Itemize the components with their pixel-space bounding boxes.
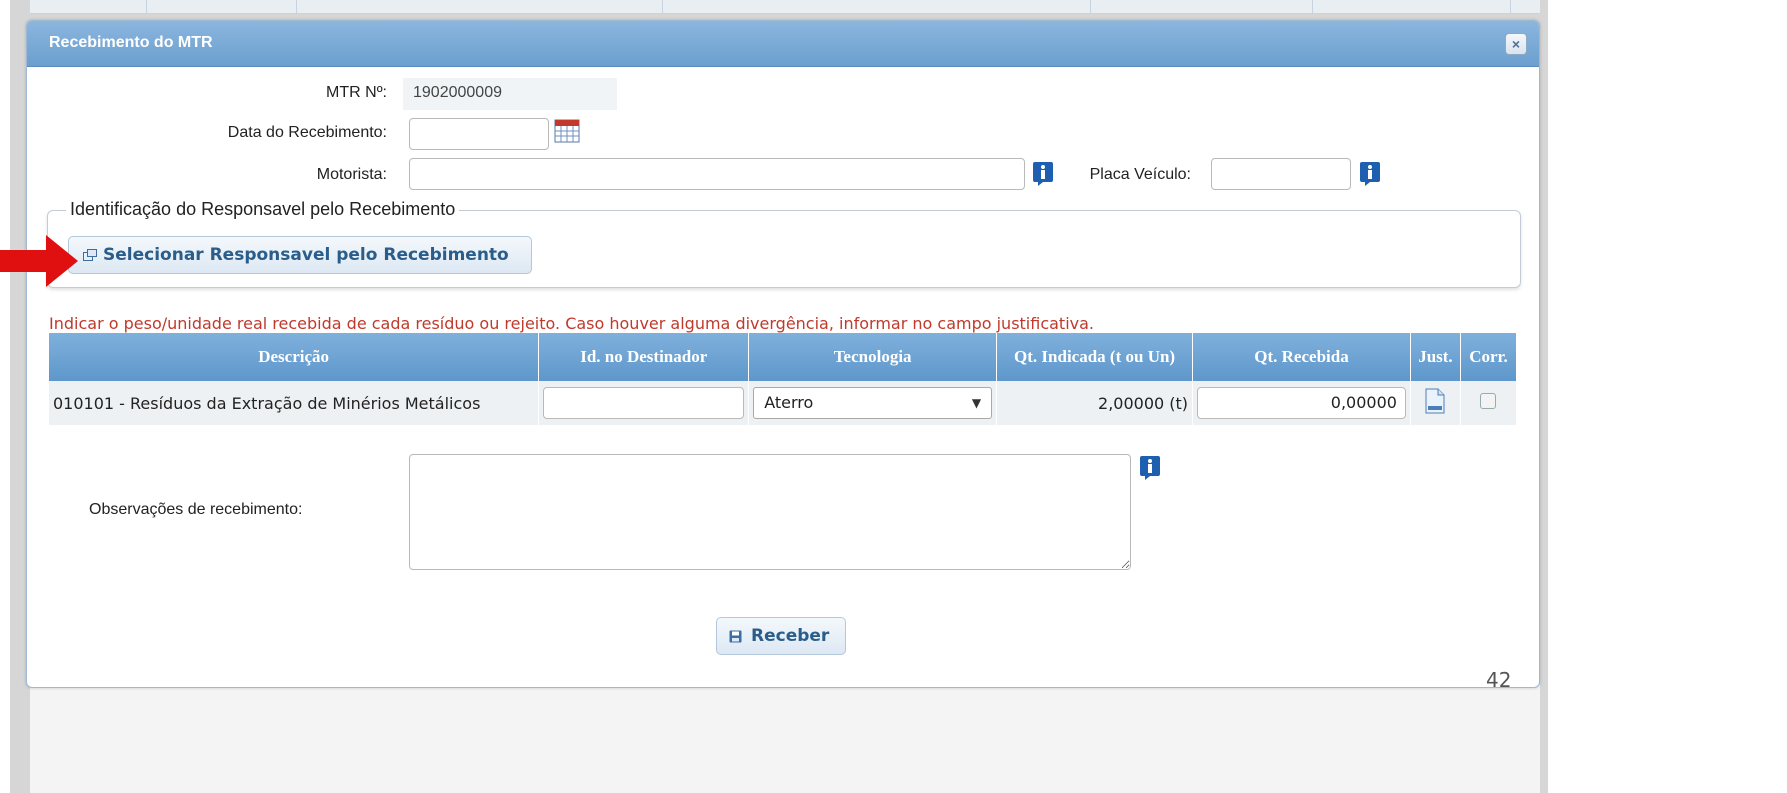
mtr-number-label: MTR Nº: — [326, 84, 387, 101]
receive-button-label: Receber — [751, 626, 830, 646]
chevron-down-icon: ▼ — [971, 396, 982, 410]
page-right-margin — [1548, 0, 1787, 793]
responsible-legend: Identificação do Responsavel pelo Recebi… — [66, 199, 460, 220]
plate-info-icon[interactable] — [1359, 161, 1381, 187]
select-responsible-button[interactable]: Selecionar Responsavel pelo Recebimento — [68, 236, 532, 274]
cell-corr — [1460, 381, 1518, 425]
receipt-date-label: Data do Recebimento: — [227, 124, 387, 141]
col-header-qt-recebida[interactable]: Qt. Recebida — [1192, 333, 1411, 381]
observations-textarea[interactable] — [409, 454, 1131, 570]
page-left-edge — [0, 0, 10, 793]
dialog-titlebar[interactable]: Recebimento do MTR × — [27, 21, 1539, 67]
page-number: 42 — [1486, 668, 1512, 692]
cell-tecnologia: Aterro ▼ — [748, 381, 998, 425]
popup-window-icon — [83, 249, 97, 261]
col-header-just[interactable]: Just. — [1410, 333, 1461, 381]
select-responsible-label: Selecionar Responsavel pelo Recebimento — [103, 245, 509, 265]
col-header-tecnologia[interactable]: Tecnologia — [748, 333, 998, 381]
annotation-arrow-icon — [0, 235, 78, 287]
background-grid-header — [30, 0, 1540, 14]
observations-label: Observações de recebimento: — [89, 501, 303, 518]
table-header-row: Descrição Id. no Destinador Tecnologia Q… — [49, 333, 1518, 381]
responsible-fieldset: Identificação do Responsavel pelo Recebi… — [47, 199, 1521, 288]
receive-mtr-dialog: Recebimento do MTR × MTR Nº: 1902000009 … — [26, 20, 1540, 688]
cell-just — [1410, 381, 1461, 425]
waste-table: Descrição Id. no Destinador Tecnologia Q… — [49, 333, 1518, 425]
col-header-qt-indicada[interactable]: Qt. Indicada (t ou Un) — [996, 333, 1194, 381]
driver-info-icon[interactable] — [1032, 161, 1054, 187]
receipt-date-input[interactable] — [409, 118, 549, 150]
plate-input[interactable] — [1211, 158, 1351, 190]
receive-button[interactable]: Receber — [716, 617, 846, 655]
calendar-icon[interactable] — [554, 119, 580, 143]
driver-input[interactable] — [409, 158, 1025, 190]
driver-label: Motorista: — [316, 166, 387, 183]
id-destinador-input[interactable] — [543, 387, 745, 419]
correction-checkbox[interactable] — [1480, 393, 1497, 409]
weight-instruction-text: Indicar o peso/unidade real recebida de … — [49, 314, 1095, 333]
justification-document-icon[interactable] — [1424, 388, 1446, 414]
cell-id-destinador — [538, 381, 750, 425]
background-page-bottom — [30, 684, 1540, 793]
save-icon — [729, 630, 742, 643]
observations-info-icon[interactable] — [1139, 455, 1161, 481]
col-header-id-destinador[interactable]: Id. no Destinador — [538, 333, 750, 381]
tecnologia-selected-value: Aterro — [764, 393, 814, 412]
mtr-number-value: 1902000009 — [403, 78, 617, 110]
col-header-descricao[interactable]: Descrição — [49, 333, 540, 381]
dialog-title: Recebimento do MTR — [49, 34, 213, 51]
plate-label: Placa Veículo: — [1089, 166, 1191, 183]
close-button[interactable]: × — [1505, 33, 1527, 55]
tecnologia-select[interactable]: Aterro ▼ — [753, 387, 993, 419]
qt-recebida-input[interactable]: 0,00000 — [1197, 387, 1406, 419]
cell-descricao: 010101 - Resíduos da Extração de Minério… — [49, 381, 540, 425]
cell-qt-recebida: 0,00000 — [1192, 381, 1411, 425]
table-row: 010101 - Resíduos da Extração de Minério… — [49, 381, 1518, 425]
cell-qt-indicada: 2,00000 (t) — [996, 381, 1194, 425]
close-icon: × — [1511, 36, 1521, 52]
col-header-corr[interactable]: Corr. — [1460, 333, 1518, 381]
